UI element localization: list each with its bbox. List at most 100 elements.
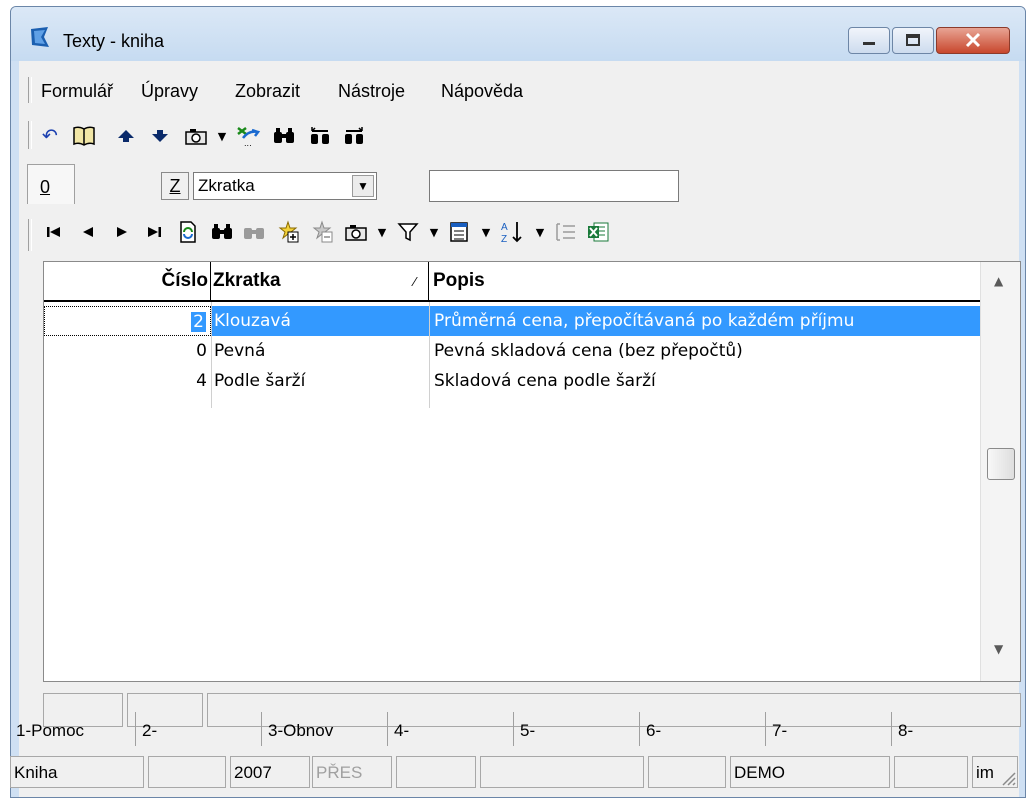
excel-export-icon[interactable] xyxy=(585,219,611,245)
menu-upravy[interactable]: Úpravy xyxy=(141,81,198,102)
vertical-scrollbar[interactable]: ▲ ▼ xyxy=(980,262,1020,681)
cell-cislo-value: 2 xyxy=(191,312,206,332)
undo-icon[interactable]: ↶ xyxy=(37,123,63,149)
toolbar-grip[interactable] xyxy=(28,77,32,103)
scroll-down-icon[interactable]: ▼ xyxy=(994,642,1003,656)
green-arrow-icon[interactable]: ... xyxy=(235,123,261,149)
arrow-up-icon[interactable] xyxy=(113,123,139,149)
scrollbar-thumb[interactable] xyxy=(987,448,1015,480)
minimize-icon xyxy=(863,42,875,45)
menu-formular[interactable]: Formulář xyxy=(41,81,113,102)
fkey-7[interactable]: 7- xyxy=(766,712,892,746)
status-database: DEMO xyxy=(730,756,890,788)
fkey-8[interactable]: 8- xyxy=(892,712,1018,746)
arrow-down-icon[interactable] xyxy=(147,123,173,149)
resize-grip-icon[interactable] xyxy=(1000,770,1016,786)
table-row[interactable]: 4 Podle šarží Skladová cena podle šarží xyxy=(44,366,982,396)
fkey-1-pomoc[interactable]: 1-Pomoc xyxy=(10,712,136,746)
status-bar: Kniha 2007 PŘES DEMO im xyxy=(10,752,1018,792)
cell-zkratka: Pevná xyxy=(214,341,266,361)
fkey-6[interactable]: 6- xyxy=(640,712,766,746)
status-panel-empty xyxy=(648,756,726,788)
status-mode: PŘES xyxy=(312,756,392,788)
client-area: Formulář Úpravy Zobrazit Nástroje Nápově… xyxy=(19,61,1021,797)
toolbar-grip[interactable] xyxy=(28,219,32,251)
cell-zkratka: Podle šarží xyxy=(214,371,306,391)
chevron-down-icon[interactable]: ▼ xyxy=(209,123,235,149)
column-header-zkratka-label: Zkratka xyxy=(213,270,281,291)
function-key-bar: 1-Pomoc 2- 3-Obnov 4- 5- 6- 7- 8- xyxy=(10,712,1018,746)
book-icon[interactable] xyxy=(71,123,97,149)
cell-popis: Skladová cena podle šarží xyxy=(434,371,656,391)
application-window: Texty - kniha Formulář Úpravy Zobrazit N… xyxy=(10,6,1026,798)
columns-icon[interactable] xyxy=(447,219,473,245)
find-previous-icon[interactable] xyxy=(307,123,333,149)
chevron-down-icon[interactable]: ▼ xyxy=(369,219,395,245)
toolbar-grip[interactable] xyxy=(28,121,32,149)
add-record-icon[interactable] xyxy=(275,219,301,245)
cell-cislo: 0 xyxy=(196,341,207,361)
main-toolbar: ↶ ▼ ... xyxy=(19,115,1019,155)
binoculars-icon[interactable] xyxy=(271,123,297,149)
find-disabled-icon[interactable] xyxy=(241,219,267,245)
close-icon xyxy=(965,32,981,48)
chevron-down-icon[interactable]: ▼ xyxy=(352,175,374,197)
column-divider xyxy=(429,302,430,408)
fkey-4[interactable]: 4- xyxy=(388,712,514,746)
maximize-button[interactable] xyxy=(892,27,934,54)
status-panel-empty xyxy=(894,756,968,788)
refresh-icon[interactable] xyxy=(175,219,201,245)
sort-az-icon[interactable]: AZ xyxy=(499,219,525,245)
column-header-zkratka[interactable]: Zkratka ⁄ xyxy=(211,262,429,302)
status-year: 2007 xyxy=(230,756,310,788)
cell-popis: Průměrná cena, přepočítávaná po každém p… xyxy=(434,311,855,331)
svg-text:A: A xyxy=(501,222,508,233)
status-panel-empty xyxy=(396,756,476,788)
camera-icon[interactable] xyxy=(343,219,369,245)
table-row[interactable]: 0 Pevná Pevná skladová cena (bez přepočt… xyxy=(44,336,982,366)
first-record-icon[interactable] xyxy=(41,219,67,245)
tab-0[interactable]: 0 xyxy=(27,164,75,204)
binoculars-icon[interactable] xyxy=(209,219,235,245)
chevron-down-icon[interactable]: ▼ xyxy=(473,219,499,245)
find-next-icon[interactable] xyxy=(341,123,367,149)
close-button[interactable] xyxy=(936,27,1010,54)
last-record-icon[interactable] xyxy=(141,219,167,245)
list-icon[interactable] xyxy=(553,219,579,245)
field-combo-value: Zkratka xyxy=(198,176,255,195)
search-input[interactable] xyxy=(429,170,679,202)
filter-icon[interactable] xyxy=(395,219,421,245)
camera-icon[interactable] xyxy=(183,123,209,149)
column-divider xyxy=(211,302,212,408)
sort-indicator-icon: ⁄ xyxy=(413,274,416,289)
table-row[interactable]: 2 Klouzavá Průměrná cena, přepočítávaná … xyxy=(44,306,982,336)
app-icon xyxy=(31,27,49,47)
fkey-3-obnov[interactable]: 3-Obnov xyxy=(262,712,388,746)
status-panel-empty xyxy=(480,756,644,788)
minimize-button[interactable] xyxy=(848,27,890,54)
column-header-cislo[interactable]: Číslo xyxy=(44,262,211,302)
menu-bar: Formulář Úpravy Zobrazit Nástroje Nápově… xyxy=(19,73,1019,107)
status-module: Kniha xyxy=(10,756,144,788)
cell-cislo: 4 xyxy=(196,371,207,391)
menu-zobrazit[interactable]: Zobrazit xyxy=(235,81,300,102)
column-header-popis[interactable]: Popis xyxy=(429,262,982,302)
maximize-icon xyxy=(906,34,920,46)
chevron-down-icon[interactable]: ▼ xyxy=(421,219,447,245)
z-button[interactable]: Z xyxy=(161,172,189,200)
grid-toolbar: ▼ ▼ ▼ AZ ▼ xyxy=(19,211,1019,259)
scroll-up-icon[interactable]: ▲ xyxy=(994,274,1003,288)
chevron-down-icon[interactable]: ▼ xyxy=(527,219,553,245)
menu-nastroje[interactable]: Nástroje xyxy=(338,81,405,102)
svg-text:Z: Z xyxy=(501,234,507,245)
menu-napoveda[interactable]: Nápověda xyxy=(441,81,523,102)
next-record-icon[interactable] xyxy=(109,219,135,245)
filter-bar: 0 Z Zkratka ▼ xyxy=(19,164,1019,204)
cell-zkratka: Klouzavá xyxy=(214,311,291,331)
fkey-2[interactable]: 2- xyxy=(136,712,262,746)
fkey-5[interactable]: 5- xyxy=(514,712,640,746)
previous-record-icon[interactable] xyxy=(75,219,101,245)
field-combo[interactable]: Zkratka ▼ xyxy=(193,172,377,200)
title-bar[interactable]: Texty - kniha xyxy=(11,7,1025,61)
remove-record-icon[interactable] xyxy=(309,219,335,245)
